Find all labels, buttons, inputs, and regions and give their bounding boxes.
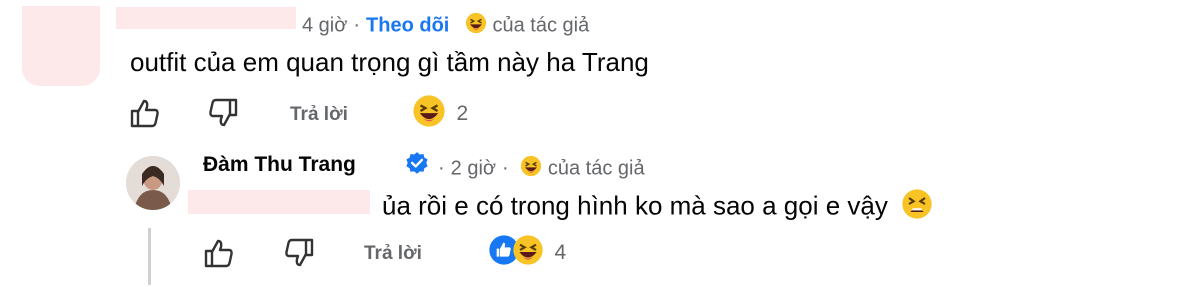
comment1-like-button[interactable] xyxy=(128,96,162,130)
grinning-squinting-face-icon xyxy=(465,12,487,40)
comment1-time[interactable]: 4 giờ xyxy=(302,14,347,36)
author-note: của tác giả xyxy=(547,157,645,180)
grinning-squinting-face-icon xyxy=(512,234,544,271)
reply-reply-button[interactable]: Trả lời xyxy=(364,243,422,265)
separator-dot: · xyxy=(353,14,361,37)
reaction-count: 2 xyxy=(456,101,469,125)
comment1-reply-button[interactable]: Trả lời xyxy=(290,104,348,126)
thread-connector-line xyxy=(148,228,151,285)
comment1-dislike-button[interactable] xyxy=(206,96,240,130)
reply-text-content: ủa rồi e có trong hình ko mà sao a gọi e… xyxy=(382,190,888,221)
separator-dot: · xyxy=(438,157,445,180)
reply-meta: · 2 giờ · của tác giả xyxy=(432,155,645,183)
thumbs-down-icon xyxy=(285,238,314,267)
author-note: của tác giả xyxy=(492,14,590,37)
reply-author-name[interactable]: Đàm Thu Trang xyxy=(203,153,356,177)
thumbs-up-icon xyxy=(130,99,159,128)
reply-text: ủa rồi e có trong hình ko mà sao a gọi e… xyxy=(382,188,933,227)
reaction-count: 4 xyxy=(554,240,567,264)
tired-face-icon xyxy=(901,188,933,227)
grinning-squinting-face-icon xyxy=(412,94,446,133)
reply-time[interactable]: 2 giờ xyxy=(451,157,496,179)
reply-avatar[interactable] xyxy=(126,156,180,210)
verified-badge-icon xyxy=(404,151,430,177)
thumbs-down-icon xyxy=(209,98,238,127)
grinning-squinting-face-icon xyxy=(520,155,542,183)
mention-redacted[interactable] xyxy=(188,190,370,214)
comment1-meta: 4 giờ · Theo dõi của tác giả xyxy=(302,12,589,40)
comment1-reactions[interactable]: 2 xyxy=(412,94,468,132)
commenter-avatar-redacted[interactable] xyxy=(22,6,100,86)
reply-dislike-button[interactable] xyxy=(282,236,316,270)
commenter-name-redacted[interactable] xyxy=(116,7,296,29)
reply-like-button[interactable] xyxy=(202,236,236,270)
comment1-text: outfit của em quan trọng gì tầm này ha T… xyxy=(130,47,649,77)
thumbs-up-icon xyxy=(204,239,233,268)
avatar-image xyxy=(126,156,180,210)
reply-reactions[interactable]: 4 xyxy=(488,234,566,272)
separator-dot: · xyxy=(502,157,509,180)
follow-link[interactable]: Theo dõi xyxy=(366,14,449,36)
